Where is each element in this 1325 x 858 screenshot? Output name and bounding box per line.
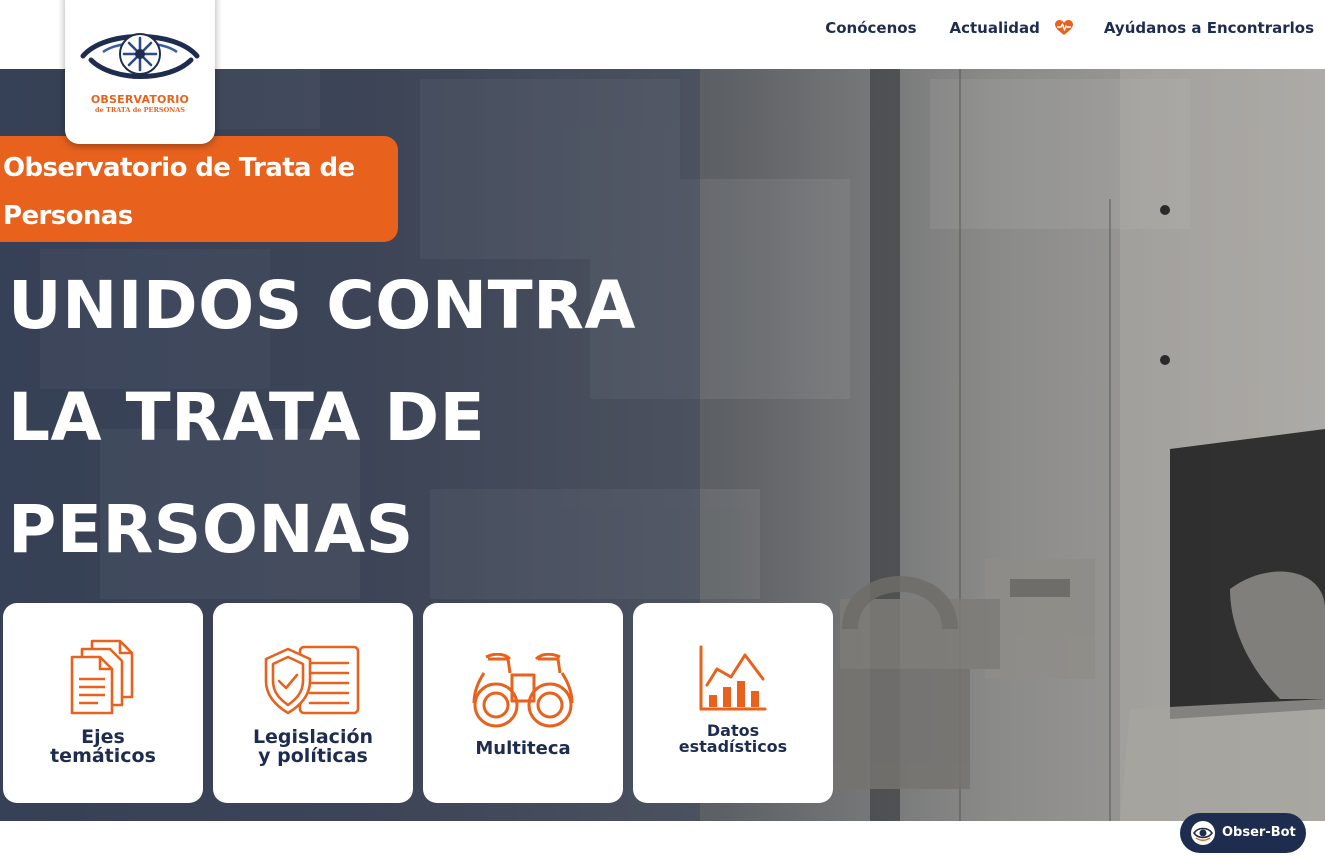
nav-link-conocenos[interactable]: Conócenos bbox=[825, 19, 916, 37]
card-multiteca[interactable]: Multiteca bbox=[423, 603, 623, 803]
card-label: Datos estadísticos bbox=[678, 721, 788, 756]
heart-pulse-icon bbox=[1054, 20, 1073, 36]
card-legislacion-y-politicas[interactable]: Legislación y políticas bbox=[213, 603, 413, 803]
card-label: Legislación y políticas bbox=[252, 726, 374, 767]
main-nav: Conócenos Actualidad Ayúdanos a Encontra… bbox=[825, 19, 1314, 37]
card-datos-estadisticos[interactable]: Datos estadísticos bbox=[633, 603, 833, 803]
eye-logo-icon bbox=[80, 33, 200, 79]
nav-link-ayudanos-a-encontrarlos[interactable]: Ayúdanos a Encontrarlos bbox=[1104, 19, 1314, 37]
card-label: Multiteca bbox=[475, 738, 571, 759]
quick-access-cards: Ejes temáticos Legislación y políticas M… bbox=[3, 603, 833, 803]
logo-title: OBSERVATORIO bbox=[90, 93, 190, 106]
shield-checklist-icon bbox=[264, 645, 360, 715]
obser-bot-button[interactable]: Obser-Bot bbox=[1180, 813, 1306, 853]
hero-badge-text: Observatorio de Trata de Personas bbox=[3, 153, 355, 231]
card-ejes-tematicos[interactable]: Ejes temáticos bbox=[3, 603, 203, 803]
nav-link-actualidad[interactable]: Actualidad bbox=[950, 19, 1040, 37]
bar-chart-icon bbox=[699, 645, 767, 711]
hero-headline: UNIDOS CONTRA LA TRATA DE PERSONAS bbox=[8, 267, 636, 568]
card-label: Ejes temáticos bbox=[50, 726, 156, 767]
obser-bot-icon bbox=[1191, 821, 1215, 845]
documents-icon bbox=[70, 639, 134, 715]
logo-subtitle: de TRATA de PERSONAS bbox=[95, 106, 185, 114]
site-logo[interactable]: OBSERVATORIO de TRATA de PERSONAS bbox=[65, 0, 215, 144]
binoculars-icon bbox=[472, 653, 574, 728]
obser-bot-label: Obser-Bot bbox=[1222, 825, 1296, 840]
hero-badge: Observatorio de Trata de Personas bbox=[0, 136, 398, 242]
